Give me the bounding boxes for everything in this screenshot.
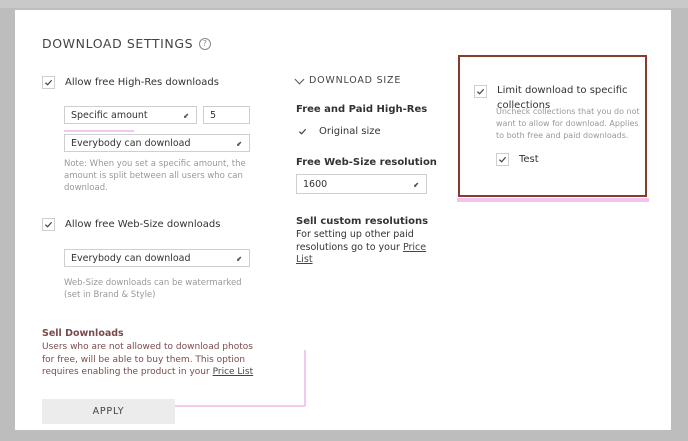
- check-icon: [498, 156, 507, 163]
- dropdown-caret-icon: ⬋: [183, 112, 189, 120]
- limit-collections-note: Uncheck collections that you do not want…: [496, 107, 640, 140]
- amount-type-value: Specific amount: [71, 109, 148, 121]
- original-size-label: Original size: [319, 126, 381, 137]
- pink-artifact-line: [175, 405, 305, 407]
- custom-resolutions-text: For setting up other paid resolutions go…: [296, 229, 436, 267]
- websize-audience-value: Everybody can download: [71, 252, 191, 264]
- highres-checkbox[interactable]: [42, 76, 55, 89]
- websize-checkbox-row[interactable]: Allow free Web-Size downloads: [42, 218, 220, 231]
- sell-price-list-link[interactable]: Price List: [213, 367, 254, 377]
- highres-note: Note: When you set a specific amount, th…: [64, 159, 246, 193]
- custom-resolutions-body: For setting up other paid resolutions go…: [296, 229, 414, 253]
- download-size-heading-text: DOWNLOAD SIZE: [309, 75, 402, 86]
- amount-input-value: 5: [210, 109, 217, 121]
- websize-resolution-select[interactable]: 1600 ⬋: [296, 174, 427, 194]
- websize-resolution-title: Free Web-Size resolution: [296, 157, 437, 168]
- websize-checkbox-label: Allow free Web-Size downloads: [65, 219, 221, 230]
- custom-resolutions-title: Sell custom resolutions: [296, 216, 429, 227]
- collection-test-row[interactable]: Test: [496, 153, 539, 166]
- dropdown-caret-icon: ⬋: [236, 255, 242, 263]
- backdrop: [0, 0, 688, 8]
- chevron-down-icon: [294, 74, 305, 84]
- download-settings-modal: DOWNLOAD SETTINGS ? Allow free High-Res …: [15, 10, 671, 430]
- check-icon: [476, 88, 485, 95]
- original-size-checkbox[interactable]: [296, 125, 309, 138]
- highres-audience-select[interactable]: Everybody can download ⬋: [64, 134, 250, 152]
- highres-checkbox-label: Allow free High-Res downloads: [65, 77, 219, 88]
- highres-checkbox-row[interactable]: Allow free High-Res downloads: [42, 76, 219, 89]
- pink-artifact-line: [64, 130, 134, 132]
- limit-collections-checkbox[interactable]: [474, 84, 487, 98]
- modal-title: DOWNLOAD SETTINGS ?: [42, 36, 212, 51]
- check-icon: [44, 79, 53, 86]
- highres-audience-value: Everybody can download: [71, 137, 191, 149]
- sell-downloads-title: Sell Downloads: [42, 328, 124, 339]
- sell-downloads-text: Users who are not allowed to download ph…: [42, 341, 254, 379]
- amount-input[interactable]: 5: [203, 106, 250, 124]
- websize-audience-select[interactable]: Everybody can download ⬋: [64, 249, 250, 267]
- pink-artifact-bar: [457, 198, 649, 202]
- modal-title-text: DOWNLOAD SETTINGS: [42, 36, 194, 51]
- websize-resolution-value: 1600: [303, 178, 328, 190]
- dropdown-caret-icon: ⬋: [413, 181, 419, 189]
- check-icon: [298, 128, 307, 135]
- dropdown-caret-icon: ⬋: [236, 140, 242, 148]
- apply-button[interactable]: APPLY: [42, 399, 175, 424]
- download-size-heading[interactable]: DOWNLOAD SIZE: [294, 74, 402, 86]
- free-paid-title: Free and Paid High-Res: [296, 104, 428, 115]
- collection-test-checkbox[interactable]: [496, 153, 509, 166]
- websize-note: Web-Size downloads can be watermarked (s…: [64, 278, 242, 300]
- amount-type-select[interactable]: Specific amount ⬋: [64, 106, 197, 124]
- limit-collections-row[interactable]: Limit download to specific collections: [474, 76, 637, 111]
- help-icon[interactable]: ?: [199, 37, 212, 50]
- collection-test-label: Test: [519, 154, 539, 165]
- original-size-row[interactable]: Original size: [296, 125, 381, 138]
- check-icon: [44, 221, 53, 228]
- websize-checkbox[interactable]: [42, 218, 55, 231]
- pink-artifact-line: [304, 350, 306, 406]
